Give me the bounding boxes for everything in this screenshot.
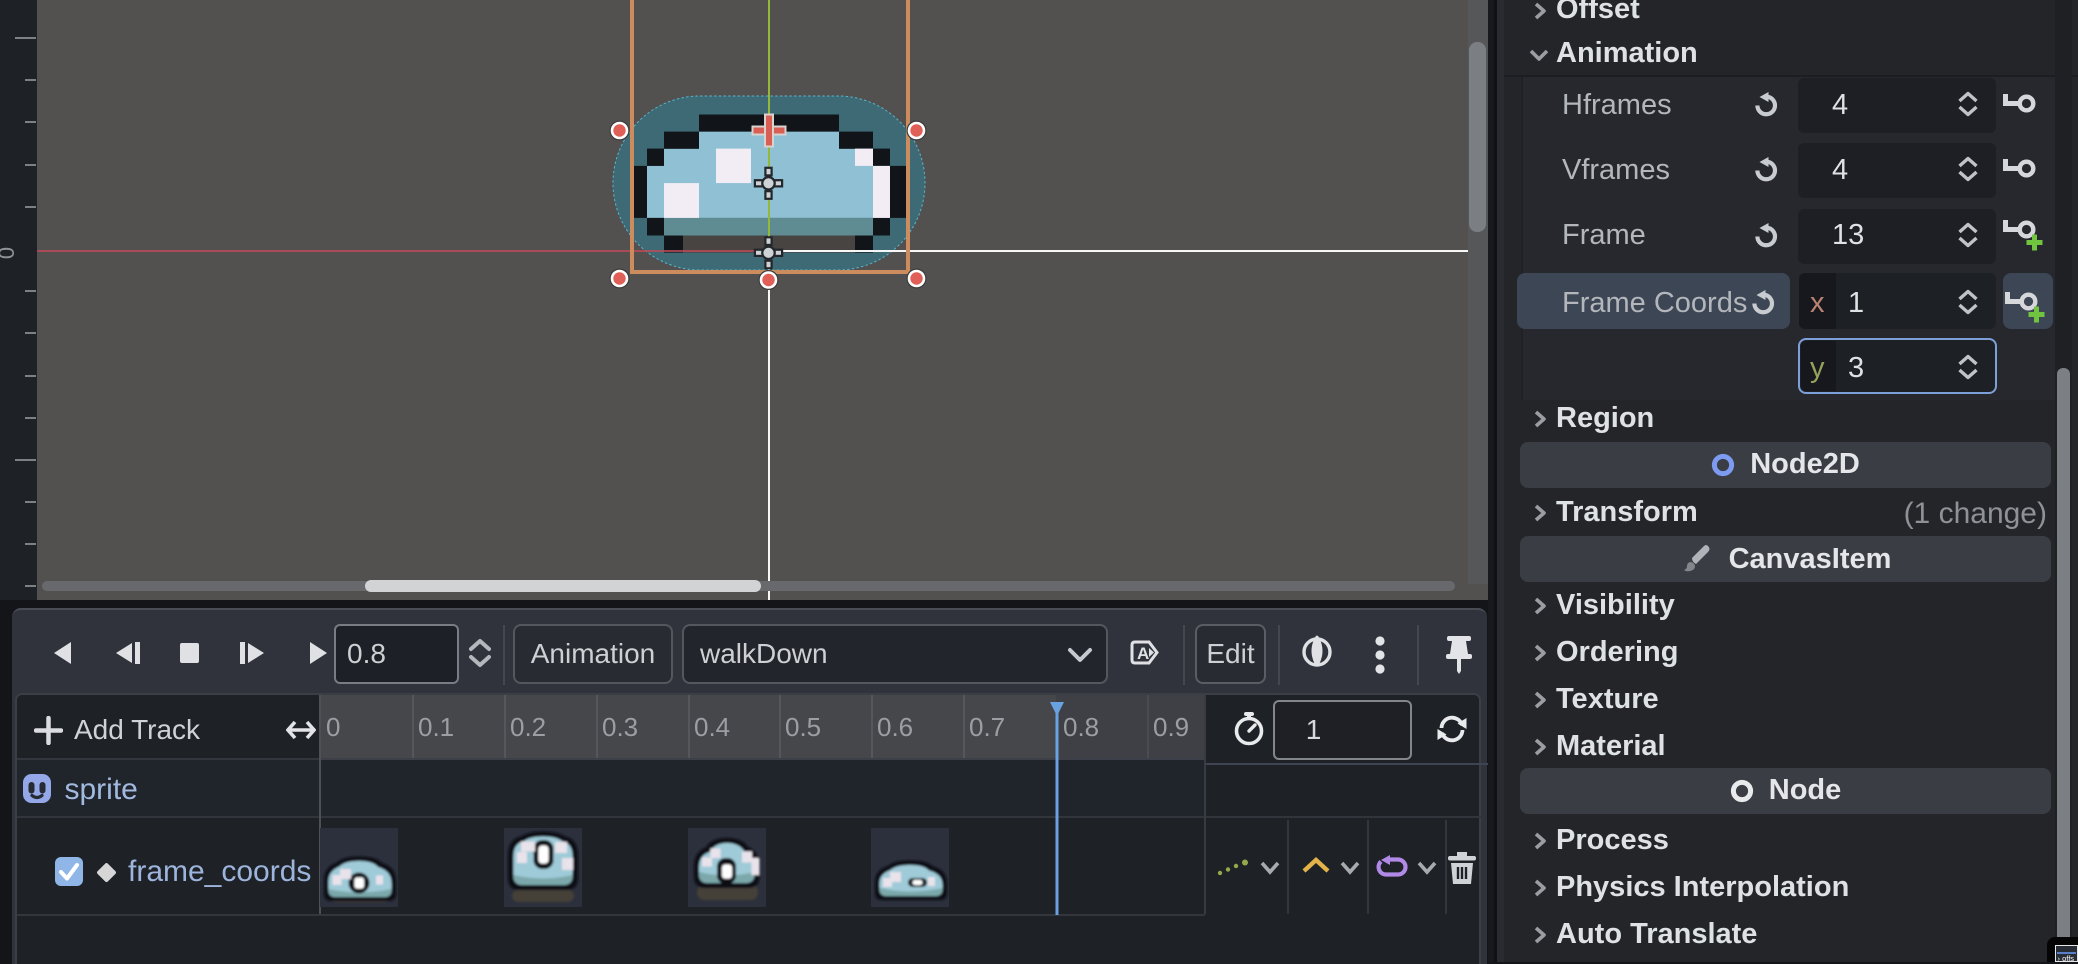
svg-text:A: A — [1137, 644, 1149, 663]
